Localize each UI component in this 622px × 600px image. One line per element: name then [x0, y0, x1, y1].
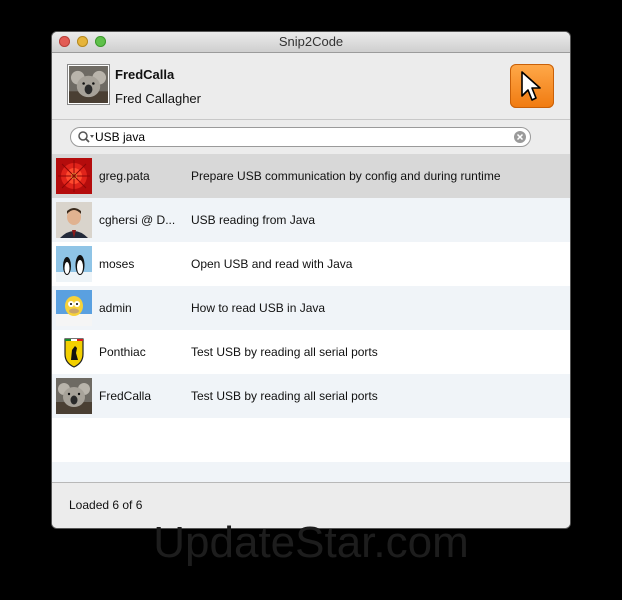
snippet-title: Test USB by reading all serial ports: [191, 345, 378, 359]
snippet-row[interactable]: cghersi @ D... USB reading from Java: [52, 198, 570, 242]
zoom-window-button[interactable]: [95, 36, 106, 47]
window-title: Snip2Code: [278, 34, 344, 49]
search-icon[interactable]: [77, 130, 95, 144]
koala-avatar-icon: [69, 66, 108, 103]
minimize-window-button[interactable]: [77, 36, 88, 47]
snippet-title: USB reading from Java: [191, 213, 316, 227]
snippet-user: cghersi @ D...: [99, 213, 176, 227]
user-avatar[interactable]: [67, 64, 110, 105]
close-window-button[interactable]: [59, 36, 70, 47]
app-window: Snip2Code FredCalla Fred Callagher USB j…: [52, 32, 570, 528]
snippet-user: greg.pata: [99, 169, 150, 183]
snippet-user: admin: [99, 301, 132, 315]
man-portrait-avatar-icon: [56, 202, 92, 238]
user-header: FredCalla Fred Callagher: [52, 53, 570, 120]
snippet-user: moses: [99, 257, 135, 271]
snippet-user: FredCalla: [99, 389, 152, 403]
penguins-avatar-icon: [56, 246, 92, 282]
snippet-row[interactable]: FredCalla Test USB by reading all serial…: [52, 374, 570, 418]
snippet-user: Ponthiac: [99, 345, 146, 359]
clear-icon[interactable]: [513, 130, 527, 144]
cartoon-character-avatar-icon: [56, 290, 92, 326]
status-text: Loaded 6 of 6: [69, 498, 143, 512]
snippet-title: Test USB by reading all serial ports: [191, 389, 378, 403]
snippet-row[interactable]: Ponthiac Test USB by reading all serial …: [52, 330, 570, 374]
cursor-pointer-icon: [521, 71, 541, 101]
snippet-row[interactable]: greg.pata Prepare USB communication by c…: [52, 154, 570, 198]
ferrari-logo-icon: [56, 334, 92, 370]
snippet-title: Prepare USB communication by config and …: [191, 169, 501, 183]
user-full-name: Fred Callagher: [115, 91, 201, 106]
snippet-row[interactable]: moses Open USB and read with Java: [52, 242, 570, 286]
snippet-list: greg.pata Prepare USB communication by c…: [52, 154, 570, 482]
search-bar: [52, 120, 570, 155]
snippet-title: How to read USB in Java: [191, 301, 326, 315]
red-flower-avatar-icon: [56, 158, 92, 194]
search-input[interactable]: [95, 129, 505, 145]
empty-row: [52, 462, 570, 482]
watermark: UpdateStar.com: [153, 518, 469, 567]
title-bar: Snip2Code: [52, 32, 570, 53]
koala-avatar-icon: [56, 378, 92, 414]
empty-row: [52, 418, 570, 462]
snippet-row[interactable]: admin How to read USB in Java: [52, 286, 570, 330]
pointer-button[interactable]: [510, 64, 554, 108]
user-handle: FredCalla: [115, 67, 175, 82]
snippet-title: Open USB and read with Java: [191, 257, 353, 271]
search-field[interactable]: [70, 127, 531, 147]
